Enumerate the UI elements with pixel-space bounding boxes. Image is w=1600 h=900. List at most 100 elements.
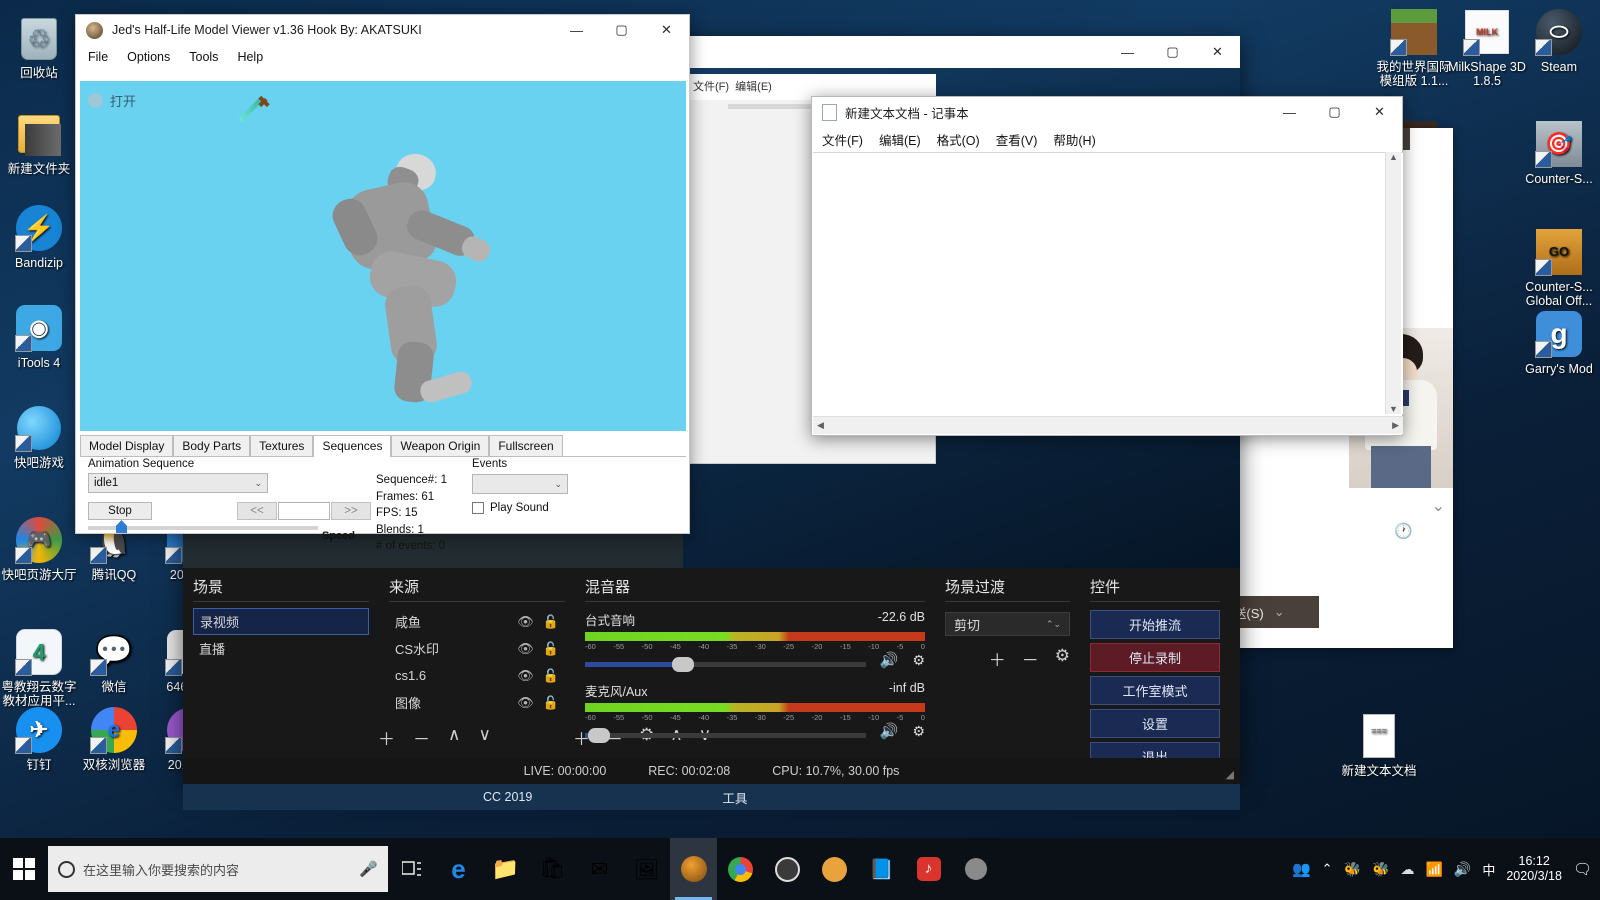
taskbar-file-explorer[interactable]: 📁 (482, 838, 529, 900)
lock-icon[interactable]: 🔓 (543, 695, 559, 711)
play-sound-checkbox[interactable]: Play Sound (472, 502, 549, 514)
hlmv-window[interactable]: Jed's Half-Life Model Viewer v1.36 Hook … (75, 14, 690, 552)
show-hidden-icon[interactable]: ⌃ (1322, 861, 1333, 877)
add-scene-button[interactable]: ＋ (378, 725, 395, 750)
maximize-button[interactable]: ▢ (1312, 97, 1357, 127)
onedrive-icon[interactable]: ☁ (1400, 861, 1414, 878)
desktop-icon-dual-core-browser[interactable]: e 双核浏览器 (75, 706, 153, 772)
maximize-button[interactable]: ▢ (1150, 37, 1195, 67)
notepad-window[interactable]: 新建文本文档 - 记事本 — ▢ ✕ 文件(F) 编辑(E) 格式(O) 查看(… (811, 96, 1403, 436)
tab-textures[interactable]: Textures (250, 435, 314, 456)
maximize-button[interactable]: ▢ (599, 15, 644, 45)
system-tray[interactable]: 👥 ⌃ 🐝 🐝 ☁ 📶 🔊 中 16:12 2020/3/18 🗨 (1292, 838, 1600, 900)
speaker-icon[interactable]: 🔊 (880, 722, 899, 740)
desktop-icon-steam[interactable]: ⬭ Steam (1520, 8, 1598, 74)
taskbar-photos[interactable]: 🖼 (623, 838, 670, 900)
collapse-chevron-icon[interactable]: ⌄ (1432, 496, 1445, 516)
action-center-icon[interactable]: 🗨 (1573, 860, 1592, 878)
events-select[interactable]: ⌄ (472, 474, 568, 494)
taskbar-microsoft-store[interactable]: 🛍 (529, 838, 576, 900)
qq-tray-icon-2[interactable]: 🐝 (1372, 861, 1389, 878)
tab-model-display[interactable]: Model Display (80, 435, 174, 456)
taskbar-edge[interactable]: e (435, 838, 482, 900)
model-viewport[interactable]: 打开 (80, 81, 686, 431)
lock-icon[interactable]: 🔓 (543, 641, 559, 657)
scroll-up-icon[interactable]: ▲ (1389, 152, 1398, 162)
sources-list[interactable]: 咸鱼 👁 🔓 CS水印 👁 🔓 cs1.6 👁 🔓 图像 👁 🔓 (389, 608, 565, 716)
menu-format[interactable]: 格式(O) (937, 130, 980, 149)
resize-grip[interactable]: ◢ (1226, 768, 1234, 781)
next-frame-button[interactable]: >> (331, 502, 371, 520)
scene-item[interactable]: 录视频 (193, 608, 369, 635)
taskbar-chrome[interactable] (717, 838, 764, 900)
desktop-icon-kuaiba-game[interactable]: 快吧游戏 (0, 404, 78, 470)
desktop-icon-csgo[interactable]: GO Counter-S... Global Off... (1520, 228, 1598, 308)
controls-buttons[interactable]: 开始推流 停止录制 工作室模式 设置 退出 (1090, 610, 1220, 771)
people-icon[interactable]: 👥 (1292, 860, 1311, 878)
desktop-icon-text-file[interactable]: ≡≡≡ 新建文本文档 (1340, 712, 1418, 778)
background-app-strip[interactable]: CC 2019 工具 (183, 784, 1240, 810)
scroll-left-icon[interactable]: ◀ (817, 420, 824, 431)
desktop-icon-dingtalk[interactable]: ✈ 钉钉 (0, 706, 78, 772)
scenes-list[interactable]: 录视频 直播 (193, 608, 369, 662)
taskbar-half-life[interactable] (670, 838, 717, 900)
menu-tools[interactable]: Tools (189, 50, 218, 64)
close-button[interactable]: ✕ (1357, 97, 1402, 127)
desktop-icon-bandizip[interactable]: ⚡ Bandizip (0, 204, 78, 270)
hlmv-titlebar[interactable]: Jed's Half-Life Model Viewer v1.36 Hook … (76, 15, 689, 45)
desktop-icon-yuejiao[interactable]: 4 粤教翔云数字教材应用平... (0, 628, 78, 708)
qq-tray-icon[interactable]: 🐝 (1344, 861, 1361, 878)
minimize-button[interactable]: — (1267, 97, 1312, 127)
microphone-icon[interactable]: 🎤 (359, 860, 378, 878)
transition-properties-button[interactable]: ⚙ (1055, 646, 1070, 671)
hlmv-tabbar[interactable]: Model Display Body Parts Textures Sequen… (80, 435, 686, 457)
menu-help[interactable]: 帮助(H) (1053, 130, 1095, 149)
notepad-text-area[interactable] (813, 152, 1403, 414)
speaker-icon[interactable]: 🔊 (880, 651, 899, 669)
minimize-button[interactable]: — (554, 15, 599, 45)
close-button[interactable]: ✕ (1195, 37, 1240, 67)
remove-scene-button[interactable]: － (413, 725, 430, 750)
gear-icon[interactable]: ⚙ (912, 723, 925, 740)
search-input[interactable]: 在这里输入你要搜索的内容 🎤 (48, 846, 388, 892)
open-overlay[interactable]: 打开 (88, 91, 136, 110)
chevron-down-icon[interactable]: ⌄ (1274, 604, 1285, 620)
taskbar-qq-browser[interactable] (811, 838, 858, 900)
scenes-toolbar[interactable]: ＋ － ∧ ∨ (378, 719, 491, 750)
taskbar-sound-recorder[interactable] (952, 838, 999, 900)
source-item[interactable]: 图像 👁 🔓 (389, 689, 565, 716)
eye-hidden-icon[interactable]: 👁 (517, 641, 534, 657)
lock-icon[interactable]: 🔓 (543, 668, 559, 684)
desktop-icon-wechat[interactable]: 💬 微信 (75, 628, 153, 694)
source-item[interactable]: 咸鱼 👁 🔓 (389, 608, 565, 635)
ime-indicator[interactable]: 中 (1482, 860, 1495, 879)
obs-window-buttons[interactable]: — ▢ ✕ (1105, 37, 1240, 67)
remove-transition-button[interactable]: － (1022, 646, 1039, 671)
minimize-button[interactable]: — (1105, 37, 1150, 67)
desktop-icon-milkshape[interactable]: MILK MilkShape 3D 1.8.5 (1448, 8, 1526, 88)
menu-file[interactable]: 文件(F) (822, 130, 863, 149)
eye-hidden-icon[interactable]: 👁 (517, 614, 534, 630)
stop-recording-button[interactable]: 停止录制 (1090, 643, 1220, 672)
volume-slider[interactable] (585, 728, 866, 743)
desktop-icon-counter-strike[interactable]: 🎯 Counter-S... (1520, 120, 1598, 186)
start-button[interactable] (0, 838, 48, 900)
tab-body-parts[interactable]: Body Parts (173, 435, 251, 456)
transition-select[interactable]: 剪切 ⌃⌄ (945, 612, 1070, 636)
move-scene-up-button[interactable]: ∧ (448, 725, 460, 750)
desktop-icon-garrys-mod[interactable]: g Garry's Mod (1520, 310, 1598, 376)
eye-hidden-icon[interactable]: 👁 (517, 668, 534, 684)
taskbar-notepad[interactable]: 📘 (858, 838, 905, 900)
animation-sequence-select[interactable]: idle1 ⌄ (88, 473, 268, 493)
task-view-button[interactable] (388, 838, 435, 900)
lock-icon[interactable]: 🔓 (543, 614, 559, 630)
notepad-titlebar[interactable]: 新建文本文档 - 记事本 — ▢ ✕ (812, 97, 1402, 127)
checkbox-box[interactable] (472, 502, 484, 514)
chevron-down-icon[interactable]: ⌄ (254, 478, 262, 489)
stop-button[interactable]: Stop (88, 502, 152, 520)
transitions-toolbar[interactable]: ＋ － ⚙ (945, 646, 1070, 671)
taskbar[interactable]: 在这里输入你要搜索的内容 🎤 e 📁 🛍 ✉ 🖼 📘 ♪ 👥 ⌃ 🐝 🐝 ☁ 📶… (0, 838, 1600, 900)
vertical-scrollbar[interactable]: ▲ ▼ (1385, 152, 1401, 414)
scene-item[interactable]: 直播 (193, 635, 369, 662)
menu-options[interactable]: Options (127, 50, 170, 64)
